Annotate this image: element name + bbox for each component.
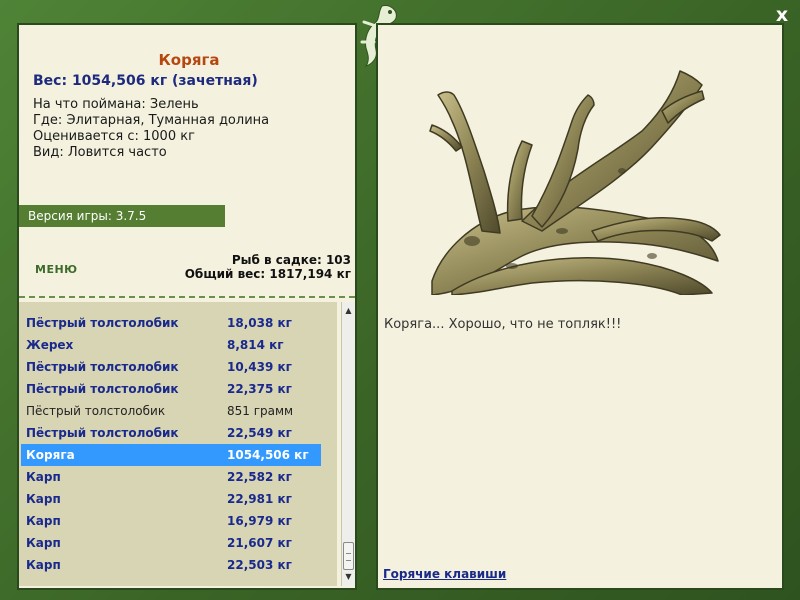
fish-row-name: Карп	[26, 514, 61, 528]
hotkeys-link[interactable]: Горячие клавиши	[383, 567, 506, 581]
fish-list-row[interactable]: Пёстрый толстолобик 22,375 кг	[21, 378, 321, 400]
fish-list-row[interactable]: Пёстрый толстолобик 851 грамм	[21, 400, 321, 422]
info-value-value: 1000 кг	[143, 129, 195, 144]
fish-row-name: Коряга	[26, 448, 75, 462]
info-value-label: Оценивается с:	[33, 129, 139, 144]
fish-row-name: Пёстрый толстолобик	[26, 426, 179, 440]
fish-row-weight: 18,038 кг	[227, 316, 292, 330]
info-where: Где: Элитарная, Туманная долина	[33, 113, 269, 128]
fish-row-weight: 22,503 кг	[227, 558, 292, 572]
fish-row-name: Пёстрый толстолобик	[26, 404, 166, 418]
fish-row-name: Карп	[26, 558, 61, 572]
info-kind-label: Вид:	[33, 145, 64, 160]
list-scrollbar[interactable]: ▲ ▼	[341, 302, 355, 586]
info-kind-value: Ловится часто	[67, 145, 167, 160]
fish-row-name: Карп	[26, 536, 61, 550]
fish-list-row[interactable]: Карп 16,979 кг	[21, 510, 321, 532]
info-where-value: Элитарная, Туманная долина	[66, 113, 270, 128]
fish-row-weight: 22,981 кг	[227, 492, 292, 506]
fish-count-stat: Рыб в садке: 103	[231, 253, 351, 267]
fish-row-weight: 21,607 кг	[227, 536, 292, 550]
fish-row-name: Карп	[26, 470, 61, 484]
fish-row-name: Карп	[26, 492, 61, 506]
fish-list[interactable]: Пёстрый толстолобик 18,038 кг Жерех 8,814 к…	[19, 302, 337, 586]
catch-name: Коряга	[158, 51, 220, 69]
fish-row-weight: 16,979 кг	[227, 514, 292, 528]
divider	[19, 296, 355, 298]
fish-list-row[interactable]: Карп 22,503 кг	[21, 554, 321, 576]
fish-list-row[interactable]: Пёстрый толстолобик 22,549 кг	[21, 422, 321, 444]
total-weight-stat: Общий вес: 1817,194 кг	[184, 267, 351, 281]
fish-row-name: Пёстрый толстолобик	[26, 360, 179, 374]
menu-button[interactable]: МЕНЮ	[35, 263, 78, 276]
fish-row-weight: 22,582 кг	[227, 470, 292, 484]
left-panel: Коряга Вес: 1054,506 кг (зачетная) На чт…	[17, 23, 357, 590]
fish-list-row[interactable]: Пёстрый толстолобик 10,439 кг	[21, 356, 321, 378]
fish-list-row[interactable]: Жерех 8,814 кг	[21, 334, 321, 356]
fish-row-weight: 8,814 кг	[227, 338, 284, 352]
fish-list-row[interactable]: Карп 22,981 кг	[21, 488, 321, 510]
info-caught-on-label: На что поймана:	[33, 97, 146, 112]
catch-weight: Вес: 1054,506 кг (зачетная)	[33, 73, 258, 89]
catch-message: Коряга... Хорошо, что не топляк!!!	[384, 317, 622, 332]
fish-list-row[interactable]: Пёстрый толстолобик 18,038 кг	[21, 312, 321, 334]
info-caught-on: На что поймана: Зелень	[33, 97, 199, 112]
version-bar: Версия игры: 3.7.5	[19, 205, 225, 227]
fish-row-weight: 851 грамм	[227, 404, 294, 418]
fish-row-weight: 10,439 кг	[227, 360, 292, 374]
fish-row-weight: 22,549 кг	[227, 426, 292, 440]
info-caught-on-value: Зелень	[149, 97, 199, 112]
info-kind: Вид: Ловится часто	[33, 145, 167, 160]
arrow-up-icon[interactable]: ▲	[342, 304, 355, 318]
fish-list-row-selected[interactable]: Коряга 1054,506 кг	[21, 444, 321, 466]
fish-row-name: Пёстрый толстолобик	[26, 316, 179, 330]
right-panel: Коряга... Хорошо, что не топляк!!! Горяч…	[376, 23, 784, 590]
fish-row-weight: 1054,506 кг	[227, 448, 309, 462]
fish-row-name: Жерех	[26, 338, 74, 352]
scrollbar-thumb[interactable]	[343, 542, 354, 570]
snag-image	[429, 70, 721, 295]
arrow-down-icon[interactable]: ▼	[342, 570, 355, 584]
fish-row-name: Пёстрый толстолобик	[26, 382, 179, 396]
info-where-label: Где:	[33, 113, 63, 128]
fish-list-row[interactable]: Карп 22,582 кг	[21, 466, 321, 488]
fish-row-weight: 22,375 кг	[227, 382, 292, 396]
info-value: Оценивается с: 1000 кг	[33, 129, 195, 144]
fish-list-row[interactable]: Карп 21,607 кг	[21, 532, 321, 554]
